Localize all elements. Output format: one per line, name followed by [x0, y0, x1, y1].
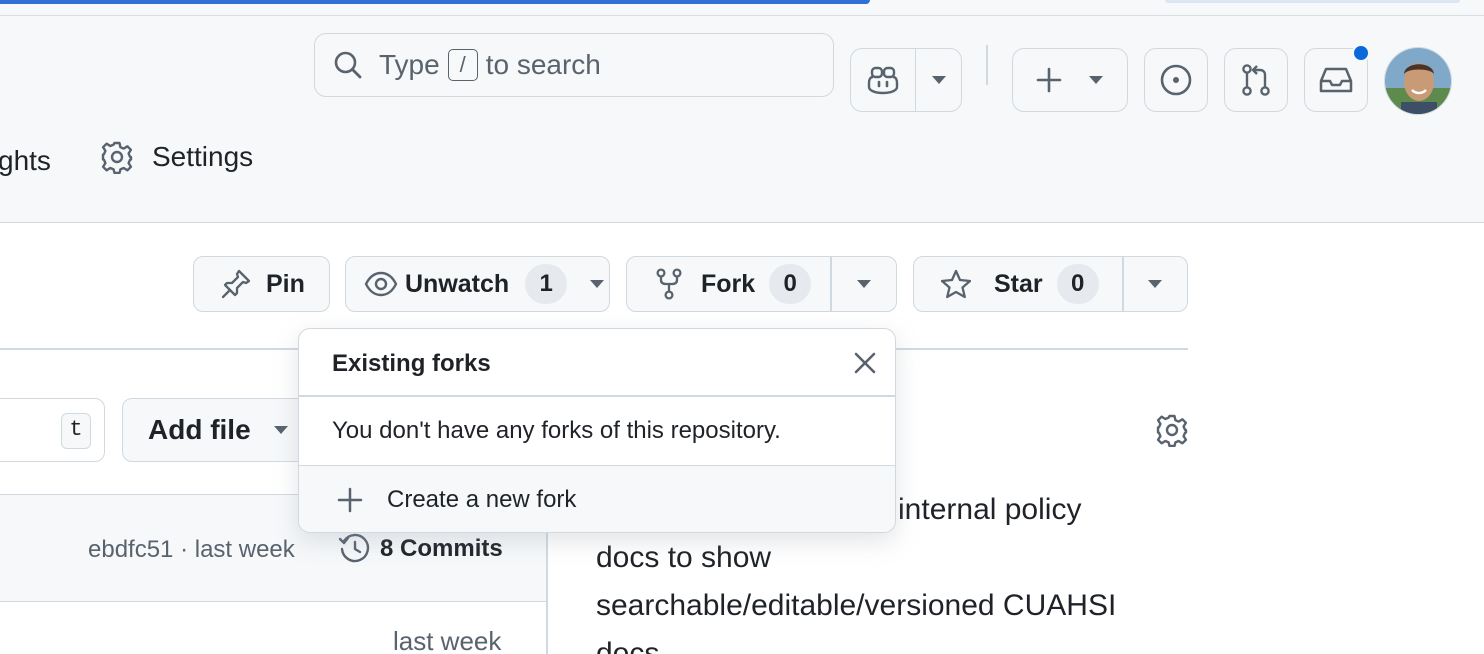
- about-description-line: searchable/editable/versioned CUAHSI: [596, 589, 1117, 622]
- gear-icon: [101, 141, 133, 174]
- pin-label: Pin: [266, 269, 305, 298]
- pin-button[interactable]: Pin: [193, 256, 330, 312]
- watchers-count: 1: [525, 264, 568, 304]
- triangle-down-icon: [590, 280, 605, 288]
- triangle-down-icon: [931, 76, 946, 84]
- tab-settings-label: Settings: [152, 141, 254, 172]
- popover-divider: [299, 395, 895, 397]
- triangle-down-icon: [273, 426, 288, 434]
- avatar-photo: [1385, 48, 1451, 114]
- plus-icon: [1036, 67, 1062, 93]
- unwatch-label: Unwatch: [405, 269, 510, 298]
- fork-split-button: Fork 0: [626, 256, 897, 312]
- go-to-file-shortcut-key: t: [61, 413, 91, 449]
- star-menu-button[interactable]: [1124, 257, 1188, 311]
- about-description-line: docs to show: [596, 541, 772, 574]
- search-input[interactable]: Type / to search: [314, 33, 834, 97]
- close-icon: [854, 352, 876, 374]
- latest-commit-meta[interactable]: ebdfc51 · last week: [88, 536, 295, 564]
- commits-link[interactable]: 8 Commits: [338, 532, 503, 566]
- triangle-down-icon: [856, 280, 871, 288]
- gear-icon: [1156, 414, 1188, 448]
- inbox-icon: [1319, 67, 1353, 93]
- copilot-icon: [867, 66, 899, 95]
- add-file-label: Add file: [148, 414, 251, 445]
- triangle-down-icon: [1148, 280, 1163, 288]
- header-divider: [986, 45, 988, 85]
- search-icon: [334, 51, 362, 79]
- about-settings-button[interactable]: [1155, 413, 1189, 452]
- unwatch-button[interactable]: Unwatch 1: [345, 256, 610, 312]
- add-file-button[interactable]: Add file: [122, 398, 312, 462]
- about-description-line: e internal policy: [873, 493, 1082, 526]
- pull-requests-button[interactable]: [1224, 48, 1288, 112]
- tab-insights[interactable]: ghts: [0, 145, 51, 177]
- page-load-progress-bar: [0, 0, 870, 4]
- tab-settings[interactable]: Settings: [100, 140, 253, 174]
- triangle-down-icon: [1089, 76, 1103, 84]
- search-shortcut-key: /: [447, 49, 478, 81]
- fork-label: Fork: [701, 269, 756, 298]
- create-new-button[interactable]: [1012, 48, 1128, 112]
- copilot-menu-button[interactable]: [916, 49, 961, 111]
- star-label: Star: [994, 269, 1043, 298]
- page-load-progress-ghost: [1165, 0, 1460, 3]
- about-description-line: docs: [596, 637, 660, 654]
- search-prefix: Type: [379, 49, 440, 80]
- page-load-track: [0, 0, 1484, 15]
- repo-forked-icon: [656, 268, 682, 300]
- history-icon: [338, 533, 370, 563]
- star-button[interactable]: Star 0: [914, 257, 1122, 311]
- issues-button[interactable]: [1144, 48, 1208, 112]
- issue-opened-icon: [1160, 64, 1192, 96]
- eye-icon: [364, 271, 398, 297]
- commits-label: 8 Commits: [380, 535, 503, 562]
- no-forks-message: You don't have any forks of this reposit…: [332, 417, 781, 444]
- fork-button[interactable]: Fork 0: [627, 257, 830, 311]
- pin-icon: [221, 269, 251, 299]
- stars-count: 0: [1056, 264, 1099, 304]
- fork-menu-button[interactable]: [832, 257, 897, 311]
- forks-count: 0: [769, 264, 812, 304]
- plus-icon: [337, 487, 363, 513]
- copilot-split-button: [850, 48, 962, 112]
- avatar[interactable]: [1384, 47, 1452, 115]
- unread-notification-dot: [1352, 44, 1370, 62]
- file-row-time: last week: [393, 626, 502, 654]
- star-split-button: Star 0: [913, 256, 1188, 312]
- existing-forks-popover: Existing forks You don't have any forks …: [298, 328, 896, 533]
- copilot-button[interactable]: [851, 49, 916, 111]
- popover-title: Existing forks: [332, 350, 491, 377]
- search-suffix: to search: [485, 49, 601, 80]
- close-button[interactable]: [851, 349, 879, 377]
- star-icon: [940, 269, 972, 299]
- create-new-fork-label: Create a new fork: [387, 486, 577, 513]
- create-new-fork-button[interactable]: Create a new fork: [299, 465, 895, 532]
- git-pull-request-icon: [1242, 64, 1270, 96]
